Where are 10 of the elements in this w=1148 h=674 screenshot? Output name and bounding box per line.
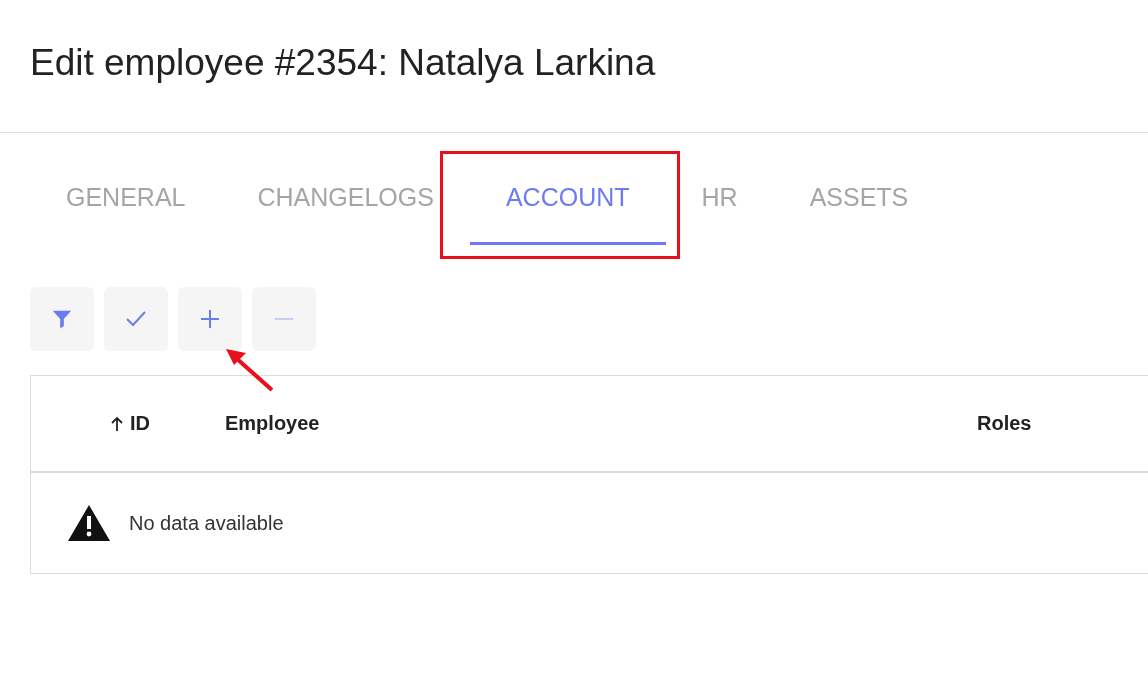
column-header[interactable]: Employee xyxy=(225,412,320,435)
column-header[interactable]: Roles xyxy=(977,412,1032,435)
tab[interactable]: CHANGELOGS xyxy=(221,162,470,245)
tab[interactable]: HR xyxy=(665,162,774,245)
tab[interactable]: ASSETS xyxy=(773,162,945,245)
empty-message: No data available xyxy=(129,511,284,535)
column-header[interactable]: ID xyxy=(130,412,150,435)
tab[interactable]: GENERAL xyxy=(30,162,222,245)
tab[interactable]: ACCOUNT xyxy=(469,162,666,245)
page-title: Edit employee #2354: Natalya Larkina xyxy=(29,41,657,85)
